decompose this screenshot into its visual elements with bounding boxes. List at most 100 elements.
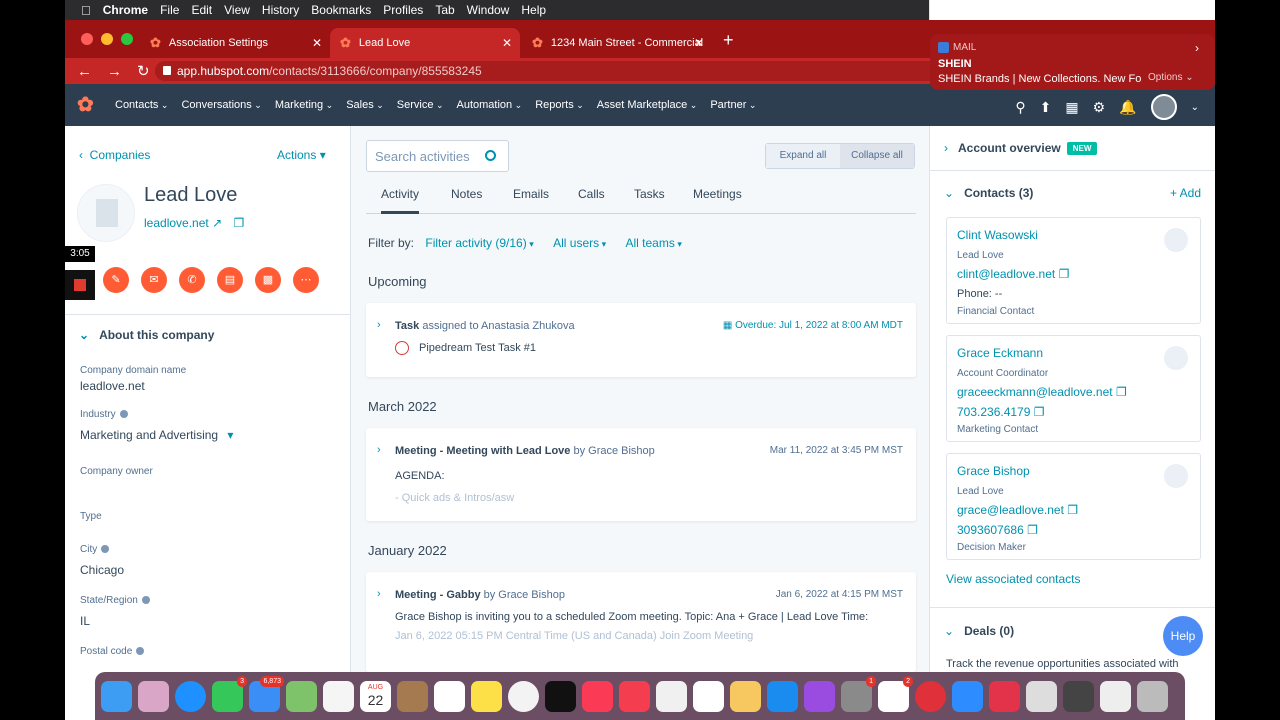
creative-cloud-icon[interactable] (989, 680, 1020, 712)
help-button[interactable]: Help (1163, 616, 1203, 656)
slack-icon[interactable]: 2 (878, 675, 913, 712)
reminders-icon[interactable] (434, 680, 465, 712)
about-section-toggle[interactable]: ⌄ About this company (79, 328, 214, 342)
battery-icon[interactable] (930, 5, 944, 15)
apple-icon[interactable]:  (81, 3, 91, 18)
tab-emails[interactable]: Emails (513, 187, 549, 201)
breadcrumb-companies[interactable]: ‹ Companies (79, 148, 150, 162)
prop-value-city[interactable]: Chicago (80, 563, 124, 577)
safari-icon[interactable] (175, 680, 206, 712)
tab-lead-love[interactable]: ✿ Lead Love ✕ (330, 28, 520, 58)
copy-icon[interactable]: ❐ (1027, 523, 1038, 537)
contact-email[interactable]: clint@leadlove.net ❐ (957, 267, 1069, 281)
music-icon[interactable] (582, 680, 613, 712)
chevron-right-icon[interactable]: › (1195, 41, 1199, 55)
copy-icon[interactable]: ❐ (1067, 503, 1078, 517)
close-tab-icon[interactable]: ✕ (312, 36, 322, 50)
menu-bookmarks[interactable]: Bookmarks (311, 3, 371, 17)
contacts-app-icon[interactable] (397, 680, 428, 712)
trash-icon[interactable] (1137, 680, 1168, 712)
tab-activity[interactable]: Activity (381, 187, 420, 214)
spotlight-search-icon[interactable]: ⚲ (974, 3, 983, 17)
close-tab-icon[interactable]: ✕ (502, 36, 512, 50)
nav-contacts[interactable]: Contacts (115, 99, 168, 111)
messages-icon[interactable]: 3 (212, 675, 247, 712)
nav-service[interactable]: Service (397, 99, 444, 111)
document-icon[interactable] (1026, 680, 1057, 712)
launchpad-icon[interactable] (138, 680, 169, 712)
email-action-icon[interactable]: ✉ (141, 267, 167, 293)
info-icon[interactable] (101, 545, 110, 554)
wifi-icon[interactable]: ◉ (954, 3, 964, 17)
filter-teams-dropdown[interactable]: All teams (625, 236, 681, 250)
window-thumbnail-icon[interactable] (1063, 680, 1094, 712)
hubspot-logo-icon[interactable]: ✿ (77, 94, 99, 116)
system-settings-icon[interactable]: 1 (841, 675, 876, 712)
note-action-icon[interactable]: ✎ (103, 267, 129, 293)
nav-sales[interactable]: Sales (346, 99, 384, 111)
news-icon[interactable] (619, 680, 650, 712)
contact-name[interactable]: Grace Eckmann (957, 346, 1043, 360)
filter-activity-dropdown[interactable]: Filter activity (9/16) (425, 236, 533, 250)
nav-conversations[interactable]: Conversations (181, 99, 261, 111)
collapse-all-button[interactable]: Collapse all (840, 144, 914, 168)
nav-partner[interactable]: Partner (710, 99, 756, 111)
view-associated-contacts-link[interactable]: View associated contacts (946, 572, 1081, 586)
tab-calls[interactable]: Calls (578, 187, 605, 201)
menu-profiles[interactable]: Profiles (383, 3, 423, 17)
tab-tasks[interactable]: Tasks (634, 187, 665, 201)
nav-asset-marketplace[interactable]: Asset Marketplace (597, 99, 698, 111)
contact-phone[interactable]: 703.236.4179 ❐ (957, 405, 1045, 419)
photos-icon[interactable] (323, 680, 354, 712)
expand-all-button[interactable]: Expand all (766, 144, 840, 168)
notes-icon[interactable] (471, 680, 502, 712)
contact-email[interactable]: graceeckmann@leadlove.net ❐ (957, 385, 1127, 399)
copy-icon[interactable]: ❐ (233, 216, 244, 230)
tab-notes[interactable]: Notes (451, 187, 482, 201)
nav-automation[interactable]: Automation (457, 99, 523, 111)
stop-recording-button[interactable] (65, 270, 95, 300)
app-store-icon[interactable] (767, 680, 798, 712)
menu-window[interactable]: Window (467, 3, 510, 17)
contact-name[interactable]: Clint Wasowski (957, 228, 1038, 242)
notification-options-button[interactable]: Options ⌄ (1148, 72, 1194, 83)
meeting-card[interactable]: › Meeting - Meeting with Lead Love by Gr… (366, 428, 916, 521)
calendar-icon[interactable]: AUG 22 (360, 680, 391, 712)
menu-history[interactable]: History (262, 3, 299, 17)
menu-tab[interactable]: Tab (435, 3, 454, 17)
company-domain-link[interactable]: leadlove.net ↗ ❐ (144, 216, 244, 230)
task-name[interactable]: Pipedream Test Task #1 (419, 342, 536, 354)
tab-1234-main-street[interactable]: ✿ 1234 Main Street - Commercial ✕ (522, 28, 712, 58)
tab-association-settings[interactable]: ✿ Association Settings ✕ (140, 28, 330, 58)
menu-help[interactable]: Help (521, 3, 546, 17)
nav-marketing[interactable]: Marketing (275, 99, 333, 111)
minimize-window-button[interactable] (101, 33, 113, 45)
contact-phone[interactable]: 3093607686 ❐ (957, 523, 1038, 537)
zoom-icon[interactable] (952, 680, 983, 712)
info-icon[interactable] (136, 647, 145, 656)
chevron-right-icon[interactable]: › (377, 588, 381, 600)
contacts-toggle[interactable]: ⌄ Contacts (3) (944, 186, 1033, 200)
screen-recorder-icon[interactable] (915, 680, 946, 712)
account-overview-toggle[interactable]: › Account overview NEW (944, 141, 1098, 156)
call-action-icon[interactable]: ✆ (179, 267, 205, 293)
downloads-icon[interactable] (1100, 680, 1131, 712)
forward-icon[interactable]: → (107, 63, 125, 80)
marketplace-icon[interactable]: ▦ (1065, 99, 1078, 116)
pages-icon[interactable] (730, 680, 761, 712)
chevron-right-icon[interactable]: › (377, 319, 381, 331)
menu-view[interactable]: View (224, 3, 250, 17)
notifications-bell-icon[interactable]: 🔔 (1119, 99, 1136, 116)
user-avatar[interactable] (1150, 94, 1177, 120)
meeting-card[interactable]: › Meeting - Gabby by Grace Bishop Jan 6,… (366, 572, 916, 672)
more-actions-icon[interactable]: ⋯ (293, 267, 319, 293)
maps-icon[interactable] (286, 680, 317, 712)
keynote-icon[interactable] (656, 680, 687, 712)
copy-icon[interactable]: ❐ (1059, 267, 1070, 281)
contact-name[interactable]: Grace Bishop (957, 464, 1030, 478)
search-icon[interactable]: ⚲ (1015, 99, 1025, 116)
task-complete-checkbox[interactable] (395, 341, 409, 355)
close-window-button[interactable] (81, 33, 93, 45)
prop-value-domain[interactable]: leadlove.net (80, 379, 145, 393)
info-icon[interactable] (141, 596, 150, 605)
